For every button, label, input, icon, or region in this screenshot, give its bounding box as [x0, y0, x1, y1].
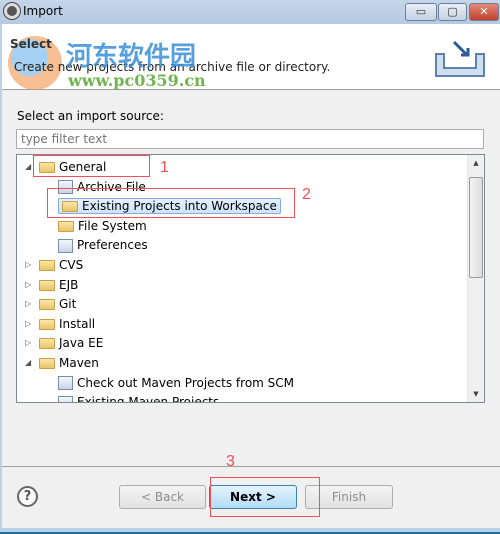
watermark-url: www.pc0359.cn: [68, 71, 206, 90]
scroll-thumb[interactable]: [469, 177, 483, 278]
page-title: Select: [10, 37, 52, 51]
tree-item-label: EJB: [59, 277, 79, 292]
annotation-box-3: [210, 477, 320, 517]
collapse-arrow-icon[interactable]: ◢: [25, 353, 33, 373]
expand-arrow-icon[interactable]: ▷: [25, 314, 33, 334]
tree-item[interactable]: ▷ Install: [25, 314, 96, 334]
import-banner-icon: [435, 40, 485, 77]
filter-input[interactable]: [16, 129, 484, 149]
tree-item-label: Preferences: [77, 238, 148, 253]
folder-icon: [39, 299, 55, 311]
watermark-text: 河东软件园: [66, 42, 197, 72]
expand-arrow-icon[interactable]: ▷: [25, 333, 33, 353]
annotation-box-2: [47, 188, 295, 218]
footer-divider: [2, 466, 500, 467]
folder-icon: [39, 279, 55, 291]
tree-item[interactable]: ▷ Git: [25, 294, 77, 314]
wizard-header: Select Create new projects from an archi…: [2, 24, 500, 90]
window-title: Import: [23, 4, 63, 18]
tree-item[interactable]: Preferences: [58, 235, 148, 255]
eclipse-icon: [4, 3, 20, 19]
annotation-number-3: 3: [226, 453, 235, 470]
tree-item[interactable]: File System: [58, 216, 147, 236]
preferences-icon: [58, 238, 73, 253]
close-button[interactable]: ✕: [469, 3, 499, 21]
title-bar: Import ▭ ▢ ✕: [0, 0, 500, 24]
tree-item-label: Install: [59, 316, 96, 331]
annotation-box-1: [33, 155, 150, 177]
window-border-bottom: [0, 528, 500, 534]
folder-icon: [39, 318, 55, 330]
tree-item-label: Check out Maven Projects from SCM: [77, 375, 295, 390]
tree-item[interactable]: ▷ Java EE: [25, 333, 104, 353]
tree-item-label: Maven: [59, 356, 99, 370]
folder-icon: [39, 338, 55, 350]
back-button[interactable]: < Back: [119, 485, 206, 509]
tree-item-label: Git: [59, 297, 77, 312]
expand-arrow-icon[interactable]: ▷: [25, 275, 33, 295]
import-source-label: Select an import source:: [17, 109, 164, 123]
folder-icon: [58, 220, 74, 232]
tree-item-label: File System: [78, 218, 147, 233]
expand-arrow-icon[interactable]: ▷: [25, 294, 33, 314]
annotation-number-2: 2: [302, 186, 311, 203]
tree-item-label: CVS: [59, 258, 84, 272]
vertical-scrollbar[interactable]: ▲ ▼: [467, 155, 484, 402]
maven-icon: [58, 376, 73, 391]
window-border: [0, 24, 2, 528]
scroll-up-arrow-icon[interactable]: ▲: [468, 155, 484, 171]
tree-item[interactable]: ▷ CVS: [25, 255, 84, 275]
tree-item[interactable]: Check out Maven Projects from SCM: [58, 373, 294, 393]
annotation-number-1: 1: [160, 159, 169, 176]
help-icon[interactable]: ?: [17, 486, 38, 507]
folder-icon: [39, 260, 55, 271]
folder-icon: [39, 358, 55, 369]
minimize-button[interactable]: ▭: [405, 3, 437, 21]
tree-item[interactable]: Existing Maven Projects: [58, 392, 220, 403]
collapse-arrow-icon[interactable]: ◢: [25, 157, 33, 177]
tree-item-label: Java EE: [59, 336, 104, 351]
expand-arrow-icon[interactable]: ▷: [25, 255, 33, 275]
tree-item[interactable]: ◢ Maven: [25, 353, 99, 373]
tree-item-label: Existing Maven Projects: [77, 395, 220, 403]
maven-icon: [58, 395, 73, 402]
tree-item[interactable]: ▷ EJB: [25, 275, 79, 295]
scroll-down-arrow-icon[interactable]: ▼: [468, 386, 484, 402]
maximize-button[interactable]: ▢: [438, 3, 467, 21]
